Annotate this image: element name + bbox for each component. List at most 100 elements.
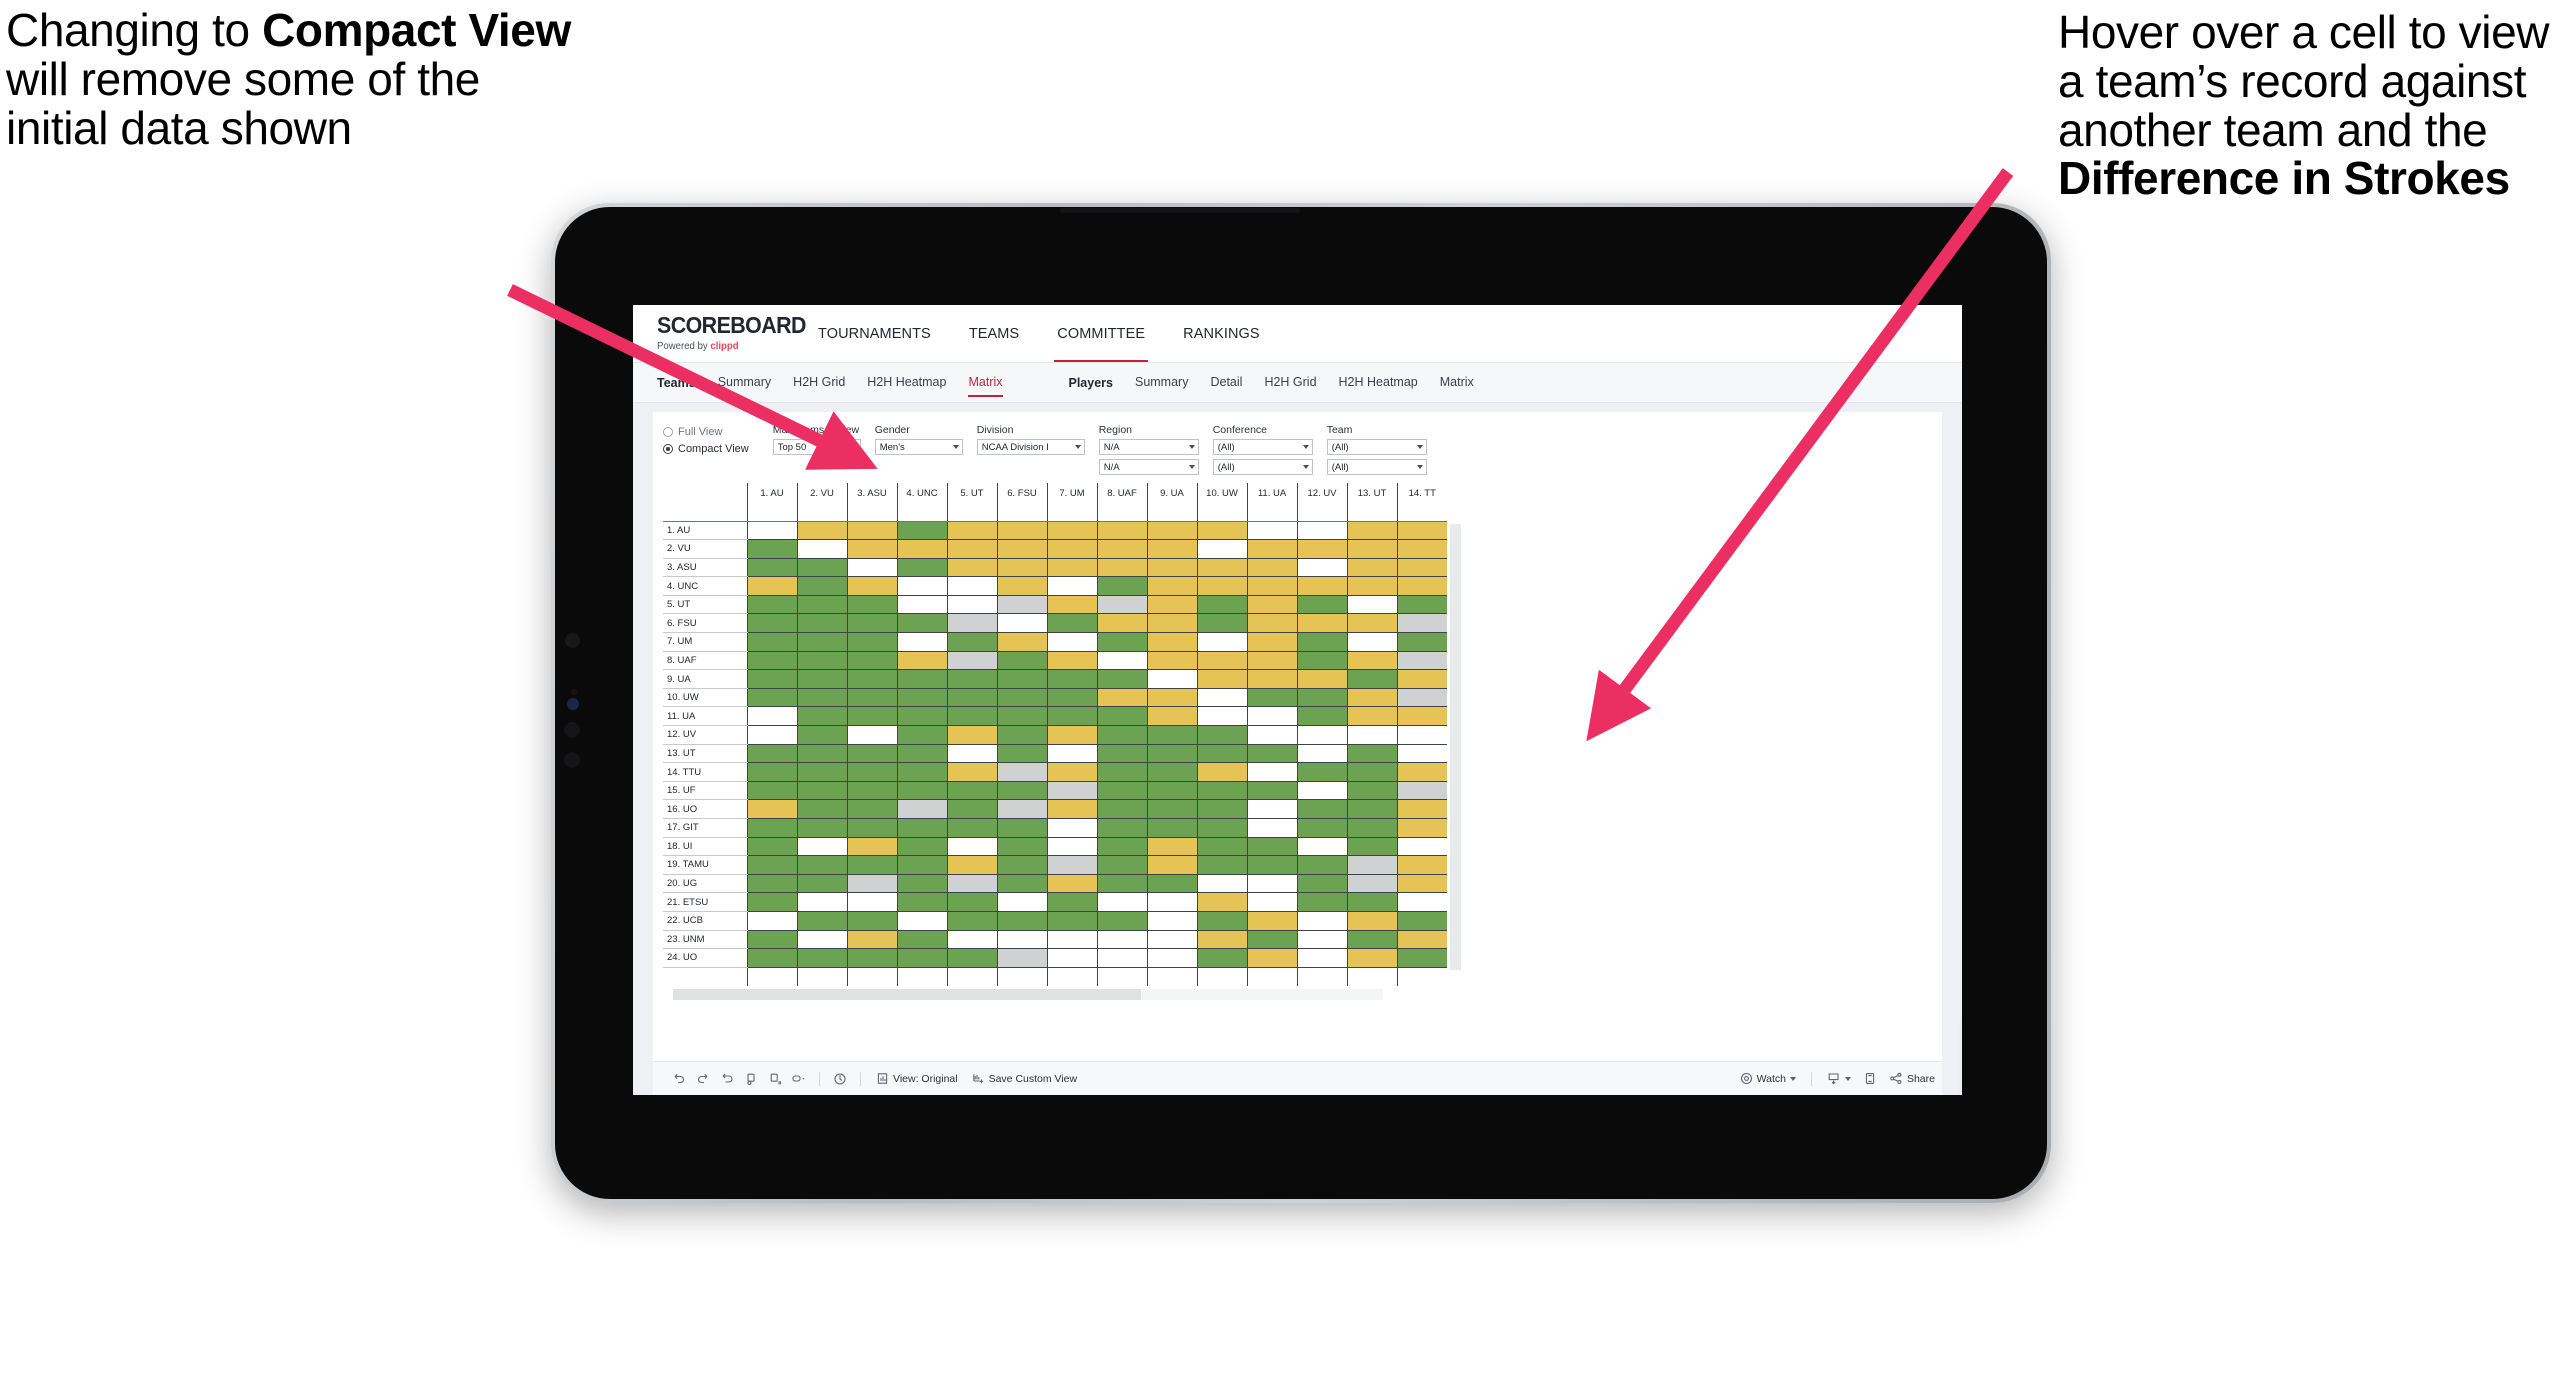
download-button[interactable] — [1820, 1072, 1858, 1085]
matrix-cell[interactable] — [1146, 706, 1197, 727]
matrix-cell[interactable] — [796, 781, 847, 801]
matrix-cell[interactable] — [1046, 818, 1097, 838]
matrix-cell[interactable] — [1346, 799, 1397, 819]
matrix-cell[interactable] — [1396, 818, 1447, 838]
matrix-cell[interactable] — [846, 948, 897, 968]
matrix-cell[interactable] — [946, 781, 997, 801]
matrix-cell-empty[interactable] — [746, 967, 797, 986]
matrix-cell[interactable] — [746, 837, 797, 857]
matrix-cell[interactable] — [1146, 744, 1197, 764]
matrix-cell[interactable] — [1096, 837, 1147, 857]
filter-team-select-2[interactable]: (All) — [1326, 459, 1427, 475]
matrix-row-header[interactable]: 5. UT — [663, 595, 747, 615]
matrix-column-header[interactable]: 1. AU — [746, 483, 797, 522]
matrix-column-header[interactable]: 13. UT — [1346, 483, 1397, 522]
matrix-cell[interactable] — [1346, 558, 1397, 578]
matrix-cell[interactable] — [896, 632, 947, 652]
matrix-cell[interactable] — [1146, 874, 1197, 894]
matrix-cell[interactable] — [796, 669, 847, 689]
matrix-cell[interactable] — [1096, 855, 1147, 875]
matrix-cell[interactable] — [1296, 706, 1347, 727]
matrix-cell[interactable] — [1346, 892, 1397, 912]
matrix-column-header[interactable]: 10. UW — [1196, 483, 1247, 522]
matrix-cell[interactable] — [1346, 818, 1397, 838]
matrix-cell[interactable] — [1096, 874, 1147, 894]
matrix-cell[interactable] — [746, 688, 797, 708]
matrix-cell[interactable] — [1146, 855, 1197, 875]
matrix-cell[interactable] — [846, 762, 897, 782]
matrix-cell[interactable] — [896, 855, 947, 875]
matrix-cell[interactable] — [846, 595, 897, 615]
matrix-cell[interactable] — [746, 855, 797, 875]
matrix-cell[interactable] — [1096, 818, 1147, 838]
matrix-cell[interactable] — [896, 874, 947, 894]
matrix-cell[interactable] — [996, 521, 1047, 541]
device-layout-icon[interactable] — [1858, 1062, 1882, 1095]
matrix-row-header[interactable]: 22. UCB — [663, 911, 747, 931]
matrix-cell[interactable] — [746, 799, 797, 819]
vertical-scrollbar[interactable] — [1450, 524, 1461, 970]
matrix-cell[interactable] — [1346, 706, 1397, 727]
matrix-cell[interactable] — [1046, 744, 1097, 764]
matrix-cell[interactable] — [1196, 521, 1247, 541]
matrix-cell[interactable] — [1096, 744, 1147, 764]
subtab-players-h2h-grid[interactable]: H2H Grid — [1264, 375, 1316, 390]
matrix-row-header[interactable]: 13. UT — [663, 744, 747, 764]
matrix-cell-empty[interactable] — [1046, 967, 1097, 986]
matrix-row-header[interactable]: 9. UA — [663, 669, 747, 689]
matrix-cell[interactable] — [746, 911, 797, 931]
matrix-cell[interactable] — [1396, 521, 1447, 541]
matrix-cell[interactable] — [1146, 762, 1197, 782]
matrix-cell[interactable] — [1346, 521, 1397, 541]
matrix-cell[interactable] — [796, 911, 847, 931]
filter-division-select[interactable]: NCAA Division I — [976, 439, 1085, 455]
matrix-column-header[interactable]: 2. VU — [796, 483, 847, 522]
matrix-cell[interactable] — [1296, 725, 1347, 745]
matrix-cell[interactable] — [996, 576, 1047, 596]
matrix-cell[interactable] — [1346, 539, 1397, 559]
matrix-cell[interactable] — [1246, 781, 1297, 801]
matrix-cell[interactable] — [946, 688, 997, 708]
matrix-cell[interactable] — [746, 595, 797, 615]
matrix-cell[interactable] — [1246, 688, 1297, 708]
matrix-cell[interactable] — [1046, 539, 1097, 559]
matrix-cell[interactable] — [846, 651, 897, 671]
matrix-cell[interactable] — [796, 539, 847, 559]
matrix-row-header[interactable]: 10. UW — [663, 688, 747, 708]
matrix-row-header[interactable]: 4. UNC — [663, 576, 747, 596]
matrix-cell-empty[interactable] — [1246, 967, 1297, 986]
matrix-cell[interactable] — [896, 613, 947, 634]
matrix-cell[interactable] — [1246, 669, 1297, 689]
matrix-cell[interactable] — [1296, 799, 1347, 819]
matrix-cell[interactable] — [796, 651, 847, 671]
matrix-cell[interactable] — [996, 651, 1047, 671]
nav-item-committee[interactable]: COMMITTEE — [1038, 305, 1164, 362]
matrix-cell[interactable] — [1246, 706, 1297, 727]
matrix-cell[interactable] — [846, 725, 897, 745]
matrix-cell[interactable] — [1346, 651, 1397, 671]
matrix-cell[interactable] — [1346, 855, 1397, 875]
matrix-cell[interactable] — [896, 521, 947, 541]
matrix-cell[interactable] — [1046, 892, 1097, 912]
matrix-cell[interactable] — [996, 892, 1047, 912]
matrix-cell[interactable] — [746, 539, 797, 559]
matrix-cell[interactable] — [1196, 799, 1247, 819]
save-custom-view-button[interactable]: Save Custom View — [965, 1072, 1085, 1085]
matrix-row-header[interactable]: 11. UA — [663, 706, 747, 727]
matrix-cell[interactable] — [1196, 539, 1247, 559]
matrix-column-header[interactable]: 11. UA — [1246, 483, 1297, 522]
matrix-row-header[interactable]: 23. UNM — [663, 930, 747, 950]
matrix-cell[interactable] — [946, 837, 997, 857]
matrix-cell[interactable] — [1046, 688, 1097, 708]
matrix-cell[interactable] — [796, 558, 847, 578]
matrix-cell[interactable] — [1096, 558, 1147, 578]
matrix-cell[interactable] — [796, 688, 847, 708]
matrix-cell[interactable] — [896, 911, 947, 931]
matrix-cell[interactable] — [1146, 930, 1197, 950]
matrix-cell[interactable] — [1146, 521, 1197, 541]
matrix-cell[interactable] — [1346, 874, 1397, 894]
matrix-cell[interactable] — [1396, 576, 1447, 596]
matrix-cell[interactable] — [896, 762, 947, 782]
matrix-cell[interactable] — [1046, 948, 1097, 968]
matrix-cell[interactable] — [996, 874, 1047, 894]
